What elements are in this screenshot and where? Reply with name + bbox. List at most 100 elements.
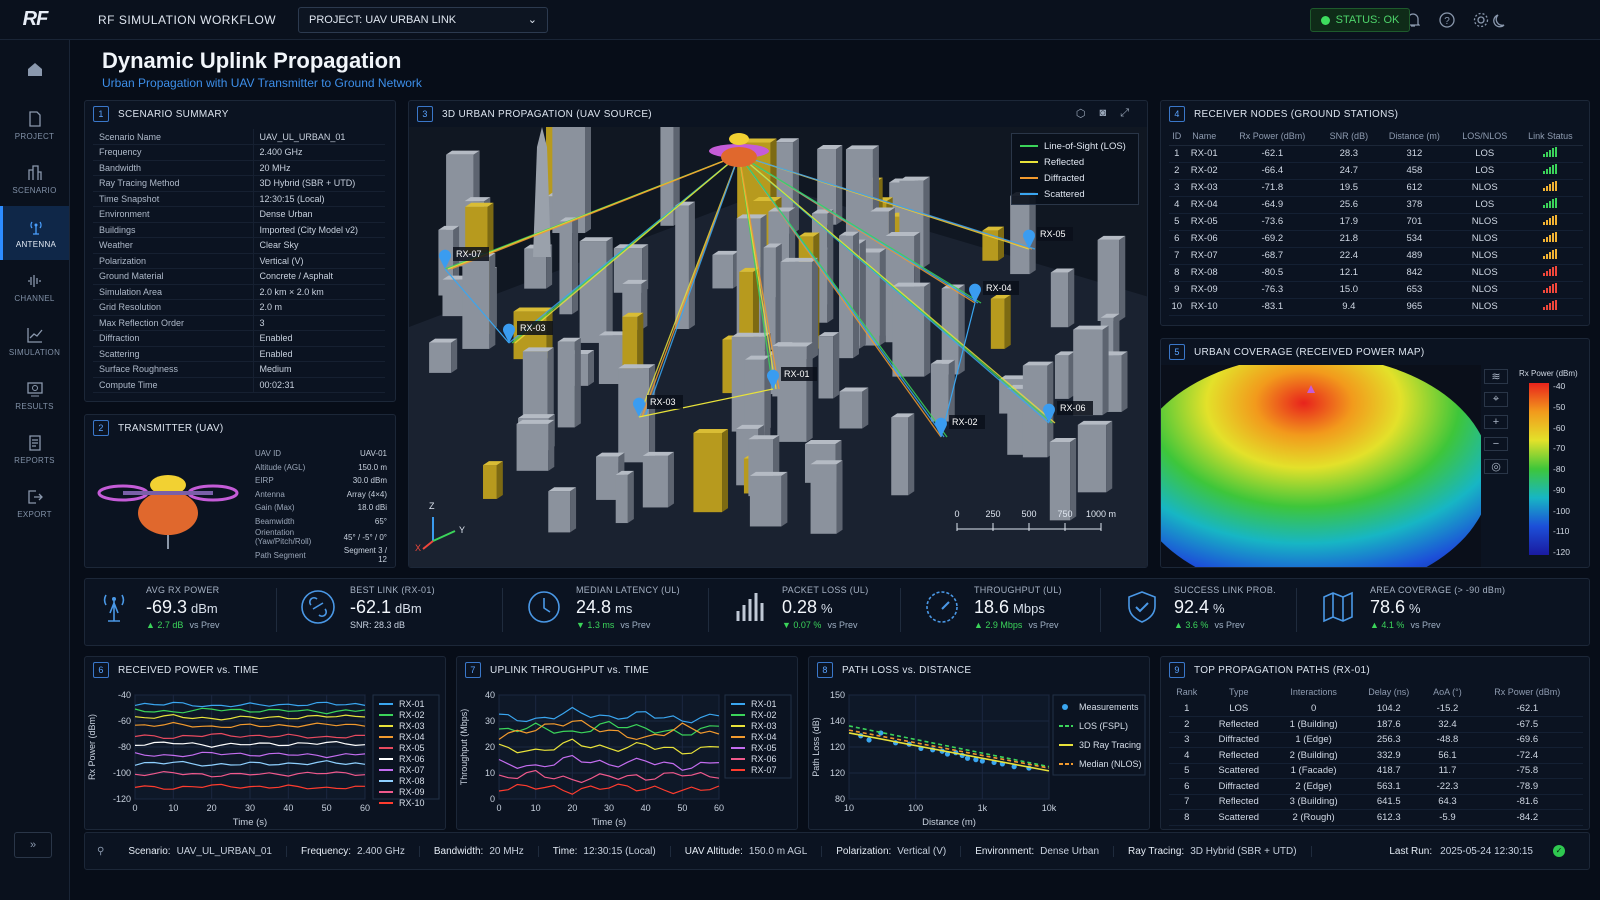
kpi-card[interactable]: AREA COVERAGE (> -90 dBm) 78.6% ▲ 4.1 % vs … <box>1320 572 1505 642</box>
path-row[interactable]: 7 Reflected 3 (Building) 641.5 64.3 -81.6 <box>1169 794 1583 810</box>
receiver-row[interactable]: 2 RX-02 -66.4 24.7 458 LOS <box>1169 162 1583 180</box>
zoom-out-icon[interactable]: − <box>1484 437 1508 451</box>
receiver-cell: 6 <box>1169 230 1185 248</box>
gear-icon[interactable] <box>1472 11 1490 29</box>
path-cell: 4 <box>1169 747 1205 764</box>
column-header[interactable]: Name <box>1184 127 1224 146</box>
footer-item: Polarization: Vertical (V) <box>822 845 962 857</box>
kpi-delta-value: ▲ 4.1 % <box>1370 619 1405 630</box>
y-axis-label: Rx Power (dBm) <box>87 714 97 780</box>
project-selector[interactable]: PROJECT: UAV URBAN LINK ⌄ <box>298 6 548 33</box>
receiver-row[interactable]: 1 RX-01 -62.1 28.3 312 LOS <box>1169 145 1583 163</box>
path-cell: 2 (Rough) <box>1273 809 1355 826</box>
column-header[interactable]: SNR (dB) <box>1320 127 1378 146</box>
receiver-row[interactable]: 3 RX-03 -71.8 19.5 612 NLOS <box>1169 179 1583 197</box>
summary-value: 20 MHz <box>253 160 385 176</box>
scatter-point <box>866 737 872 743</box>
summary-value: 3D Hybrid (SBR + UTD) <box>253 175 385 192</box>
column-header[interactable]: LOS/NLOS <box>1451 127 1518 146</box>
path-row[interactable]: 4 Reflected 2 (Building) 332.9 56.1 -72.4 <box>1169 747 1583 764</box>
kpi-unit: dBm <box>395 600 422 616</box>
kpi-delta-suffix: vs Prev <box>620 619 651 630</box>
throughput-chart-panel: 7 UPLINK THROUGHPUT vs. TIME 0 10 20 30 40 50 6… <box>456 656 798 830</box>
transmitter-key: Antenna <box>255 489 285 499</box>
kpi-card[interactable]: THROUGHPUT (UL) 18.6 Mbps ▲ 2.9 Mbps vs Prev <box>924 572 1062 642</box>
receiver-row[interactable]: 5 RX-05 -73.6 17.9 701 NLOS <box>1169 213 1583 231</box>
column-header[interactable]: AoA (°) <box>1423 683 1471 701</box>
help-icon[interactable]: ? <box>1438 11 1456 29</box>
kpi-number: 92.4 <box>1174 596 1210 617</box>
path-row[interactable]: 3 Diffracted 1 (Edge) 256.3 -48.8 -69.6 <box>1169 732 1583 748</box>
throughput-chart[interactable]: 0 10 20 30 40 50 60 40 30 20 10 0 Time (s) Throughput… <box>457 683 798 830</box>
coverage-heatmap[interactable] <box>1161 365 1481 568</box>
sidebar-item-channel[interactable]: CHANNEL <box>0 260 69 314</box>
moon-icon[interactable] <box>1492 11 1510 29</box>
sidebar-item-project[interactable]: PROJECT <box>0 98 69 152</box>
column-header[interactable]: Type <box>1204 683 1273 701</box>
axis-z-label: Z <box>429 501 435 511</box>
path-row[interactable]: 2 Reflected 1 (Building) 187.6 32.4 -67.5 <box>1169 716 1583 733</box>
path-loss-chart[interactable]: 10 100 1k 10k 150 140 120 120 80 Distance (m) Path… <box>809 683 1150 830</box>
column-header[interactable]: Distance (m) <box>1377 127 1452 146</box>
column-header[interactable]: Rank <box>1169 683 1204 701</box>
x-tick-label: 10 <box>531 803 541 813</box>
app-logo[interactable]: RF <box>0 0 70 40</box>
receiver-row[interactable]: 7 RX-07 -68.7 22.4 489 NLOS <box>1169 247 1583 265</box>
zoom-in-icon[interactable]: + <box>1484 415 1508 429</box>
column-header[interactable]: Interactions <box>1273 683 1354 701</box>
file-icon <box>28 110 41 127</box>
locate-icon[interactable]: ◎ <box>1484 459 1508 474</box>
camera-icon[interactable]: ◙ <box>1100 107 1107 120</box>
fullscreen-icon[interactable]: ⤢ <box>1120 107 1129 120</box>
transmitter-row: Orientation (Yaw/Pitch/Roll) 45° / -5° / … <box>251 528 391 546</box>
los-status: NLOS <box>1451 179 1518 197</box>
summary-key: Simulation Area <box>93 284 254 300</box>
kpi-card[interactable]: BEST LINK (RX-01) -62.1 dBm SNR: 28.3 dB <box>300 572 435 642</box>
sidebar-item-reports[interactable]: REPORTS <box>0 422 69 476</box>
building <box>1054 351 1075 399</box>
sidebar-item-export[interactable]: EXPORT <box>0 476 69 530</box>
path-row[interactable]: 8 Scattered 2 (Rough) 612.3 -5.9 -84.2 <box>1169 809 1583 826</box>
column-header[interactable]: Delay (ns) <box>1354 683 1423 701</box>
receiver-row[interactable]: 8 RX-08 -80.5 12.1 842 NLOS <box>1169 264 1583 282</box>
sidebar-item-antenna[interactable]: ANTENNA <box>0 206 69 260</box>
receiver-row[interactable]: 9 RX-09 -76.3 15.0 653 NLOS <box>1169 281 1583 299</box>
kpi-card[interactable]: SUCCESS LINK PROB. 92.4% ▲ 3.6 % vs Prev <box>1124 572 1276 642</box>
sidebar-item-scenario[interactable]: SCENARIO <box>0 152 69 206</box>
top-bar: RF RF SIMULATION WORKFLOW PROJECT: UAV U… <box>0 0 1600 40</box>
path-cell: -75.8 <box>1471 763 1583 779</box>
sidebar-item-simulation[interactable]: SIMULATION <box>0 314 69 368</box>
kpi-card[interactable]: AVG RX POWER -69.3 dBm ▲ 2.7 dB vs Prev <box>96 572 219 642</box>
los-status: NLOS <box>1451 230 1518 248</box>
path-row[interactable]: 5 Scattered 1 (Facade) 418.7 11.7 -75.8 <box>1169 763 1583 779</box>
y-tick-label: 20 <box>485 742 495 752</box>
sidebar: PROJECT SCENARIO ANTENNA CHANNEL SIMULAT… <box>0 40 70 900</box>
path-row[interactable]: 6 Diffracted 2 (Edge) 563.1 -22.3 -78.9 <box>1169 778 1583 795</box>
sidebar-item-home[interactable] <box>0 40 69 98</box>
transmitter-row: Beamwidth 65° <box>251 515 391 529</box>
kpi-card[interactable]: MEDIAN LATENCY (UL) 24.8 ms ▼ 1.3 ms vs Prev <box>526 572 680 642</box>
cube-icon[interactable]: ⬡ <box>1076 107 1086 120</box>
receiver-cell: 12.1 <box>1320 264 1378 282</box>
sidebar-item-results[interactable]: RESULTS <box>0 368 69 422</box>
summary-value: Dense Urban <box>253 206 385 223</box>
kpi-card[interactable]: PACKET LOSS (UL) 0.28% ▼ 0.07 % vs Prev <box>732 572 869 642</box>
receiver-row[interactable]: 6 RX-06 -69.2 21.8 534 NLOS <box>1169 230 1583 248</box>
receiver-row[interactable]: 10 RX-10 -83.1 9.4 965 NLOS <box>1169 298 1583 316</box>
path-row[interactable]: 1 LOS 0 104.2 -15.2 -62.1 <box>1169 701 1583 717</box>
layers-icon[interactable]: ≋ <box>1484 369 1508 384</box>
column-header[interactable]: ID <box>1169 127 1185 146</box>
rx-power-chart[interactable]: 0 10 20 30 40 50 60 -40 -60 -80 -100 -120 Time (s) Rx… <box>85 683 446 830</box>
path-cell: Diffracted <box>1204 732 1274 748</box>
legend-label: RX-01 <box>399 699 425 709</box>
kpi-delta-value: ▼ 0.07 % <box>782 619 822 630</box>
column-header[interactable]: Rx Power (dBm) <box>1472 683 1583 701</box>
x-tick-label: 20 <box>567 803 577 813</box>
receiver-cell: 28.3 <box>1320 145 1378 163</box>
column-header[interactable]: Link Status <box>1517 127 1583 146</box>
receiver-row[interactable]: 4 RX-04 -64.9 25.6 378 LOS <box>1169 196 1583 214</box>
column-header[interactable]: Rx Power (dBm) <box>1223 127 1321 146</box>
pin-icon[interactable]: ⌖ <box>1484 392 1508 407</box>
expand-sidebar-button[interactable]: » <box>14 832 52 858</box>
panel-title: RECEIVER NODES (GROUND STATIONS) <box>1194 108 1399 120</box>
